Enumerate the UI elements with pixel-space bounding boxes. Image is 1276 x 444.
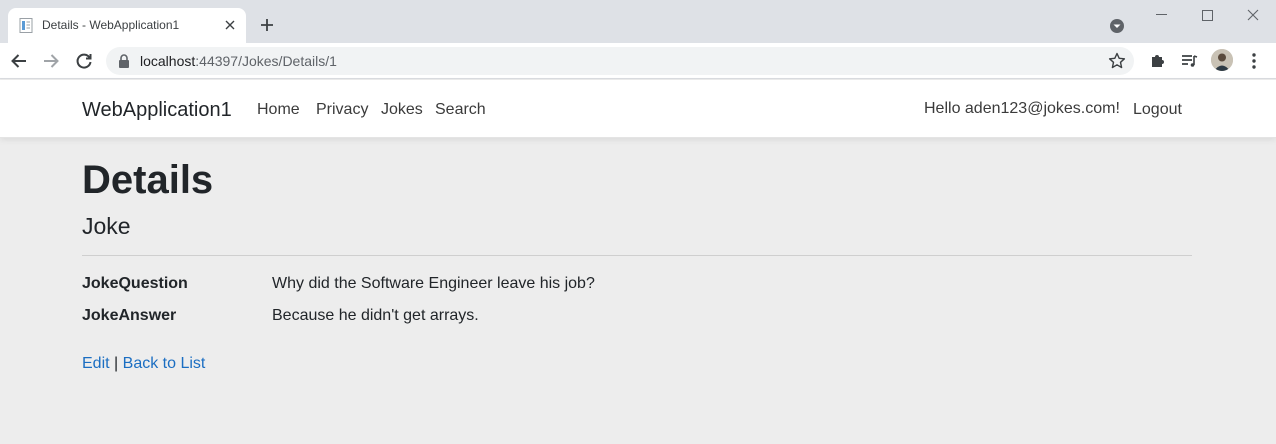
edit-link[interactable]: Edit [82, 355, 110, 372]
back-button[interactable] [8, 50, 30, 72]
nav-link-jokes[interactable]: Jokes [381, 101, 423, 119]
field-value-jokequestion: Why did the Software Engineer leave his … [272, 275, 595, 292]
maximize-icon [1201, 9, 1213, 21]
profile-avatar-icon [1211, 49, 1233, 71]
url-host: localhost [140, 53, 196, 69]
url-path: :44397/Jokes/Details/1 [195, 53, 337, 69]
back-to-list-link[interactable]: Back to List [123, 355, 206, 372]
address-bar[interactable]: localhost:44397/Jokes/Details/1 [106, 47, 1134, 75]
puzzle-icon [1152, 55, 1164, 67]
nav-link-search[interactable]: Search [435, 101, 486, 119]
reading-list-button[interactable] [1179, 51, 1199, 71]
browser-tabstrip: Details - WebApplication1 [0, 0, 1276, 43]
close-window-icon [1247, 9, 1259, 21]
field-label-jokeanswer: JokeAnswer [82, 307, 177, 324]
field-label-jokequestion: JokeQuestion [82, 275, 188, 292]
plus-icon [261, 19, 273, 31]
user-greeting[interactable]: Hello aden123@jokes.com! [924, 100, 1120, 118]
site-navbar: WebApplication1 Home Privacy Jokes Searc… [0, 80, 1276, 138]
detail-actions: Edit | Back to List [82, 355, 205, 373]
minimize-icon [1155, 14, 1167, 15]
arrow-left-icon [11, 54, 26, 68]
logout-button[interactable]: Logout [1133, 101, 1182, 119]
field-value-jokeanswer: Because he didn't get arrays. [272, 307, 479, 324]
link-separator: | [114, 355, 119, 372]
forward-button[interactable] [40, 50, 62, 72]
extensions-button[interactable] [1148, 51, 1168, 71]
page-subtitle: Joke [82, 213, 131, 239]
nav-link-home[interactable]: Home [257, 101, 300, 119]
browser-tab-active[interactable]: Details - WebApplication1 [8, 8, 246, 43]
close-window-button[interactable] [1238, 4, 1268, 26]
maximize-button[interactable] [1192, 4, 1222, 26]
kebab-menu-icon [1252, 53, 1256, 69]
url-text[interactable]: localhost:44397/Jokes/Details/1 [140, 53, 337, 69]
arrow-right-icon [44, 54, 59, 68]
star-icon[interactable] [1108, 52, 1126, 70]
reading-list-icon [1182, 55, 1198, 67]
tab-title: Details - WebApplication1 [42, 18, 180, 32]
reload-button[interactable] [73, 50, 95, 72]
close-icon[interactable] [222, 17, 238, 33]
brand-link[interactable]: WebApplication1 [82, 99, 232, 122]
avatar[interactable] [1211, 49, 1233, 71]
tab-search-icon[interactable] [1109, 18, 1125, 34]
lock-icon [119, 54, 129, 68]
minimize-button[interactable] [1146, 4, 1176, 26]
new-tab-button[interactable] [256, 14, 278, 36]
browser-toolbar: localhost:44397/Jokes/Details/1 [0, 43, 1276, 79]
divider [82, 255, 1192, 256]
browser-menu-button[interactable] [1244, 51, 1264, 71]
nav-link-privacy[interactable]: Privacy [316, 101, 368, 119]
reload-icon [76, 53, 92, 69]
document-icon [19, 18, 33, 33]
page-title: Details [82, 158, 214, 202]
